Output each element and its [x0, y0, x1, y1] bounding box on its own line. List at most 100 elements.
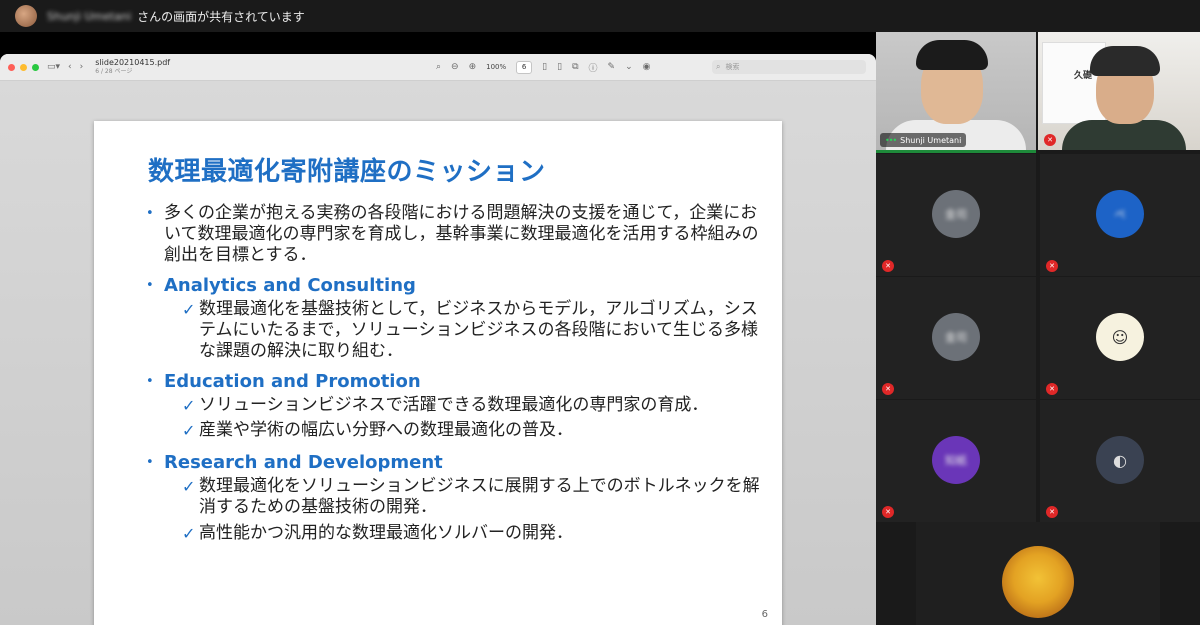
zoom-in-icon[interactable]: ⊕ — [469, 62, 477, 72]
participant-video-2[interactable]: 久礎 ✕ — [1038, 32, 1200, 150]
mascot-icon: ☺ — [1111, 327, 1129, 347]
intro-bullet: • 多くの企業が抱える実務の各段階における問題解決の支援を通じて，企業において数… — [146, 203, 764, 266]
sidebar-toggle-icon[interactable]: ▭▾ — [47, 62, 60, 72]
check-icon: ✓ — [182, 396, 196, 415]
bullet-icon: • — [146, 374, 154, 389]
check-icon: ✓ — [182, 477, 196, 496]
avatar-initials: 金司 — [945, 331, 967, 344]
avatar-image: ☺ — [1096, 313, 1144, 361]
participant-tile[interactable]: ◐ ✕ — [1040, 400, 1200, 522]
info-icon[interactable]: ⓘ — [589, 61, 598, 74]
participant-video-1[interactable]: ••• Shunji Umetani — [876, 32, 1036, 153]
document-icon[interactable]: ▯ — [542, 62, 547, 72]
section-heading: Analytics and Consulting — [164, 275, 416, 296]
bullet-icon: • — [146, 278, 154, 293]
avatar-initials: ペ — [1114, 208, 1126, 221]
zoom-fit-icon[interactable]: ⌕ — [436, 62, 441, 72]
muted-icon: ✕ — [1046, 260, 1058, 272]
bullet-icon: • — [146, 206, 154, 221]
close-button[interactable] — [8, 63, 15, 71]
participant-tag: ✕ — [1046, 260, 1058, 272]
participant-tag: ✕ — [1046, 506, 1058, 518]
section-item-text: 数理最適化をソリューションビジネスに展開する上でのボトルネックを解消するための基… — [199, 476, 760, 517]
section-item: ✓ ソリューションビジネスで活躍できる数理最適化の専門家の育成． — [182, 395, 762, 416]
participant-name: Shunji Umetani — [900, 135, 962, 145]
participant-tag: ✕ — [882, 260, 894, 272]
page-indicator: 6 / 28 ページ — [95, 68, 133, 75]
section-item: ✓ 数理最適化を基盤技術として，ビジネスからモデル，アルゴリズム，システムにいた… — [182, 299, 762, 362]
muted-icon: ✕ — [1046, 506, 1058, 518]
muted-icon: ✕ — [882, 260, 894, 272]
participants-panel: ••• Shunji Umetani 久礎 ✕ 金司 ✕ ペ ✕ 金司 ✕ ☺ … — [876, 32, 1200, 625]
person-hair — [916, 40, 988, 70]
zoom-out-icon[interactable]: ⊖ — [451, 62, 459, 72]
share-message: さんの画面が共有されています — [137, 9, 305, 24]
person-hair — [1090, 46, 1160, 76]
participant-tile[interactable]: 知紙 ✕ — [876, 400, 1036, 522]
avatar-initials: 知紙 — [945, 454, 967, 467]
section-heading-bullet: • Education and Promotion — [146, 371, 764, 392]
file-info: slide20210415.pdf 6 / 28 ページ — [95, 58, 170, 76]
section-item-text: ソリューションビジネスで活躍できる数理最適化の専門家の育成． — [199, 395, 709, 415]
share-icon[interactable]: ⧉ — [572, 62, 578, 72]
zoom-level[interactable]: 100% — [486, 63, 506, 71]
participant-tile[interactable]: 金司 ✕ — [876, 154, 1036, 276]
presenter-name: Shunji Umetani — [47, 9, 132, 23]
document-area: 数理最適化寄附講座のミッション • 多くの企業が抱える実務の各段階における問題解… — [0, 81, 876, 625]
muted-icon: ✕ — [882, 383, 894, 395]
muted-icon: ✕ — [882, 506, 894, 518]
pdf-viewer-window: ▭▾ ‹ › slide20210415.pdf 6 / 28 ページ ⌕ ⊖ … — [0, 54, 876, 625]
markup-icon[interactable]: ✎ — [608, 62, 616, 72]
chevron-down-icon[interactable]: ⌄ — [625, 62, 633, 72]
annotate-icon[interactable]: ◉ — [643, 62, 651, 72]
avatar: 金司 — [932, 190, 980, 238]
toolbar-tools: ⌕ ⊖ ⊕ 100% 6 ▯ ▯ ⧉ ⓘ ✎ ⌄ ◉ — [436, 54, 650, 80]
muted-icon: ✕ — [1044, 134, 1056, 146]
search-field[interactable]: ⌕ 検索 — [712, 60, 866, 74]
avatar: 知紙 — [932, 436, 980, 484]
section-heading: Education and Promotion — [164, 371, 421, 392]
participant-tile[interactable]: ペ ✕ — [1040, 154, 1200, 276]
section-heading: Research and Development — [164, 452, 443, 473]
section-item: ✓ 数理最適化をソリューションビジネスに展開する上でのボトルネックを解消するため… — [182, 476, 762, 518]
section-heading-bullet: • Research and Development — [146, 452, 764, 473]
minimize-button[interactable] — [20, 63, 27, 71]
check-icon: ✓ — [182, 300, 196, 319]
back-icon[interactable]: ‹ — [68, 62, 72, 72]
participant-tile[interactable]: 金司 ✕ — [876, 277, 1036, 399]
section-item-text: 数理最適化を基盤技術として，ビジネスからモデル，アルゴリズム，システムにいたるま… — [199, 299, 758, 361]
person-icon: ◐ — [1113, 450, 1127, 470]
maximize-button[interactable] — [32, 63, 39, 71]
slide-page-number: 6 — [761, 609, 768, 620]
intro-text: 多くの企業が抱える実務の各段階における問題解決の支援を通じて，企業において数理最… — [164, 203, 759, 265]
screen-share-banner: Shunji Umetani さんの画面が共有されています — [0, 0, 1200, 32]
page-number-field[interactable]: 6 — [516, 60, 533, 74]
presenter-avatar — [15, 5, 37, 27]
window-controls — [8, 63, 39, 71]
section-item-text: 高性能かつ汎用的な数理最適化ソルバーの開発． — [199, 523, 573, 543]
avatar-image: ◐ — [1096, 436, 1144, 484]
file-name: slide20210415.pdf — [95, 58, 171, 67]
forward-icon[interactable]: › — [80, 62, 84, 72]
participant-name-tag: ••• Shunji Umetani — [880, 133, 967, 147]
slide-page: 数理最適化寄附講座のミッション • 多くの企業が抱える実務の各段階における問題解… — [94, 121, 782, 625]
section-item: ✓ 産業や学術の幅広い分野への数理最適化の普及． — [182, 420, 762, 441]
person-body — [1062, 120, 1186, 150]
muted-icon: ✕ — [1046, 383, 1058, 395]
viewer-toolbar: ▭▾ ‹ › slide20210415.pdf 6 / 28 ページ ⌕ ⊖ … — [0, 54, 876, 81]
participant-tag: ✕ — [1046, 383, 1058, 395]
participant-video-3[interactable] — [916, 522, 1160, 625]
search-icon: ⌕ — [716, 62, 721, 71]
check-icon: ✓ — [182, 524, 196, 543]
avatar: 金司 — [932, 313, 980, 361]
participant-tag: ✕ — [882, 383, 894, 395]
document-info-icon[interactable]: ▯ — [557, 62, 562, 72]
avatar: ペ — [1096, 190, 1144, 238]
avatar-initials: 金司 — [945, 208, 967, 221]
speaking-indicator-icon: ••• — [885, 135, 897, 145]
check-icon: ✓ — [182, 421, 196, 440]
section-item-text: 産業や学術の幅広い分野への数理最適化の普及． — [199, 420, 573, 440]
participant-tile[interactable]: ☺ ✕ — [1040, 277, 1200, 399]
bullet-icon: • — [146, 455, 154, 470]
section-heading-bullet: • Analytics and Consulting — [146, 275, 764, 296]
